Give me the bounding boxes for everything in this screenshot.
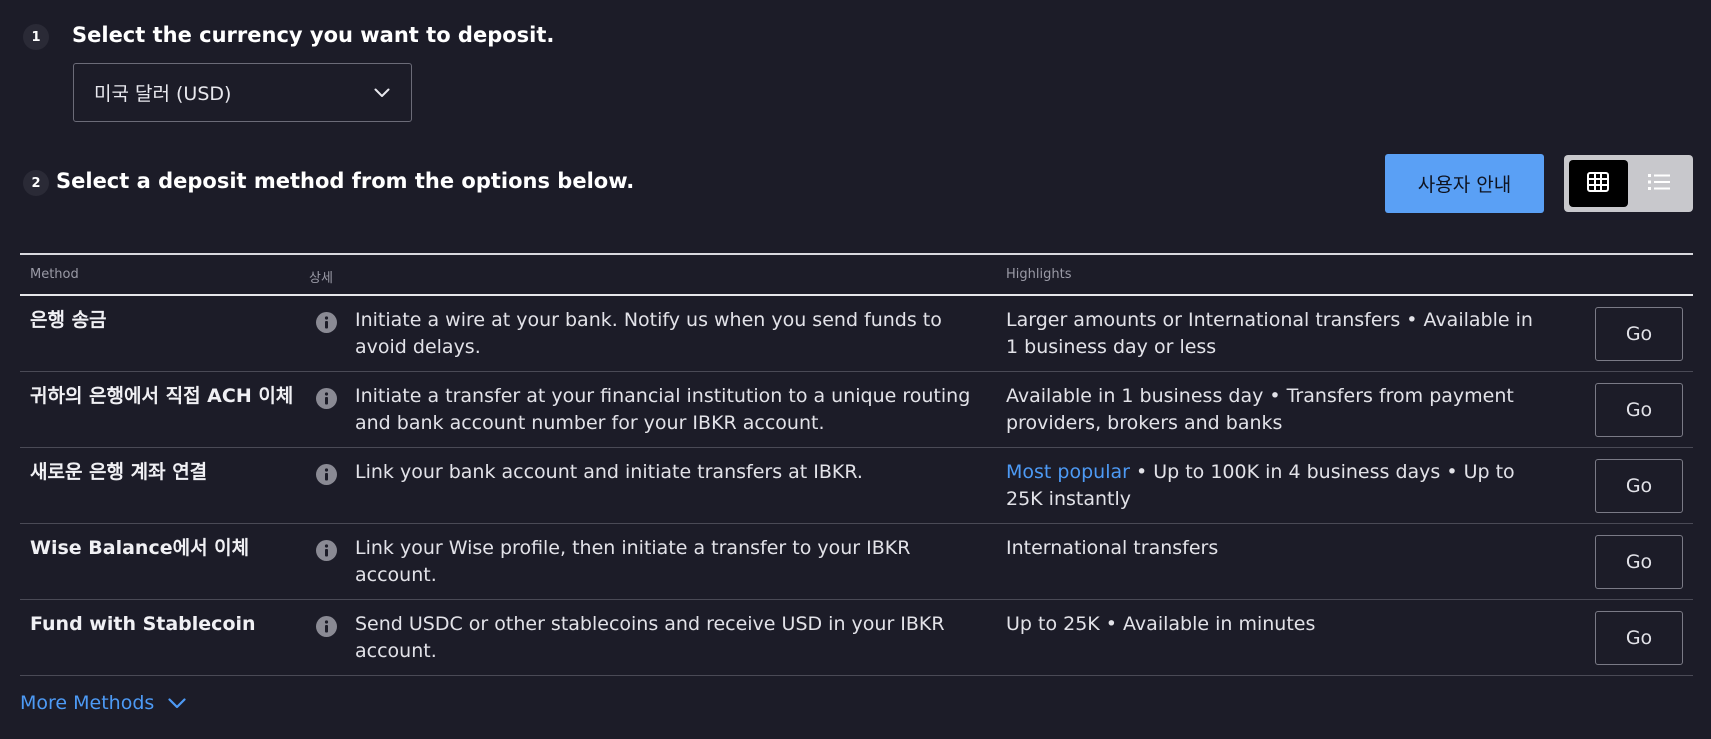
step-1-badge: 1 (23, 24, 49, 50)
more-methods-label: More Methods (20, 692, 155, 714)
list-view-icon (1647, 173, 1670, 195)
table-row: 은행 송금 Initiate a wire at your bank. Noti… (20, 296, 1693, 372)
table-row: 귀하의 은행에서 직접 ACH 이체 Initiate a transfer a… (20, 372, 1693, 448)
info-icon[interactable] (316, 540, 337, 561)
method-name: 새로운 은행 계좌 연결 (30, 461, 208, 483)
method-name: 귀하의 은행에서 직접 ACH 이체 (30, 385, 294, 407)
user-guide-button[interactable]: 사용자 안내 (1385, 154, 1544, 213)
method-detail: Link your bank account and initiate tran… (355, 461, 863, 483)
highlight-text: Larger amounts or International transfer… (1006, 309, 1533, 358)
method-detail: Initiate a wire at your bank. Notify us … (355, 309, 942, 358)
header-detail: 상세 (309, 271, 333, 286)
more-methods-link[interactable]: More Methods (20, 692, 186, 714)
chevron-down-icon (168, 692, 186, 714)
method-detail: Link your Wise profile, then initiate a … (355, 537, 911, 586)
currency-dropdown-value: 미국 달러 (USD) (94, 83, 232, 105)
go-button[interactable]: Go (1595, 535, 1683, 589)
highlight-text: Up to 25K • Available in minutes (1006, 613, 1316, 635)
step-2-title: Select a deposit method from the options… (56, 169, 635, 193)
method-highlights: Larger amounts or International transfer… (1006, 307, 1546, 361)
method-name: 은행 송금 (30, 309, 107, 331)
info-icon[interactable] (316, 312, 337, 333)
table-header: Method 상세 Highlights (20, 255, 1693, 296)
header-highlights: Highlights (1006, 267, 1072, 282)
method-highlights: Up to 25K • Available in minutes (1006, 611, 1546, 638)
method-detail: Initiate a transfer at your financial in… (355, 385, 971, 434)
go-button[interactable]: Go (1595, 383, 1683, 437)
grid-view-button[interactable] (1569, 160, 1628, 207)
go-button[interactable]: Go (1595, 611, 1683, 665)
step-1-title: Select the currency you want to deposit. (72, 23, 555, 47)
most-popular-label: Most popular (1006, 461, 1130, 483)
method-name: Fund with Stablecoin (30, 613, 256, 635)
currency-dropdown[interactable]: 미국 달러 (USD) (73, 63, 412, 122)
go-button[interactable]: Go (1595, 307, 1683, 361)
method-detail: Send USDC or other stablecoins and recei… (355, 613, 945, 662)
method-highlights: International transfers (1006, 535, 1546, 562)
highlight-text: Available in 1 business day • Transfers … (1006, 385, 1514, 434)
table-row: Fund with Stablecoin Send USDC or other … (20, 600, 1693, 676)
method-highlights: Most popular • Up to 100K in 4 business … (1006, 459, 1546, 513)
info-icon[interactable] (316, 388, 337, 409)
table-row: Wise Balance에서 이체 Link your Wise profile… (20, 524, 1693, 600)
view-toggle (1564, 155, 1693, 212)
step-2-badge: 2 (23, 170, 49, 196)
deposit-page: 1 Select the currency you want to deposi… (0, 0, 1711, 739)
deposit-methods-table: Method 상세 Highlights 은행 송금 Initiate a wi… (20, 253, 1693, 676)
chevron-down-icon (373, 84, 391, 102)
highlight-text: International transfers (1006, 537, 1219, 559)
header-method: Method (30, 267, 79, 282)
info-icon[interactable] (316, 616, 337, 637)
method-highlights: Available in 1 business day • Transfers … (1006, 383, 1546, 437)
info-icon[interactable] (316, 464, 337, 485)
table-row: 새로운 은행 계좌 연결 Link your bank account and … (20, 448, 1693, 524)
grid-view-icon (1587, 171, 1610, 196)
list-view-button[interactable] (1630, 160, 1689, 207)
method-name: Wise Balance에서 이체 (30, 537, 250, 559)
go-button[interactable]: Go (1595, 459, 1683, 513)
